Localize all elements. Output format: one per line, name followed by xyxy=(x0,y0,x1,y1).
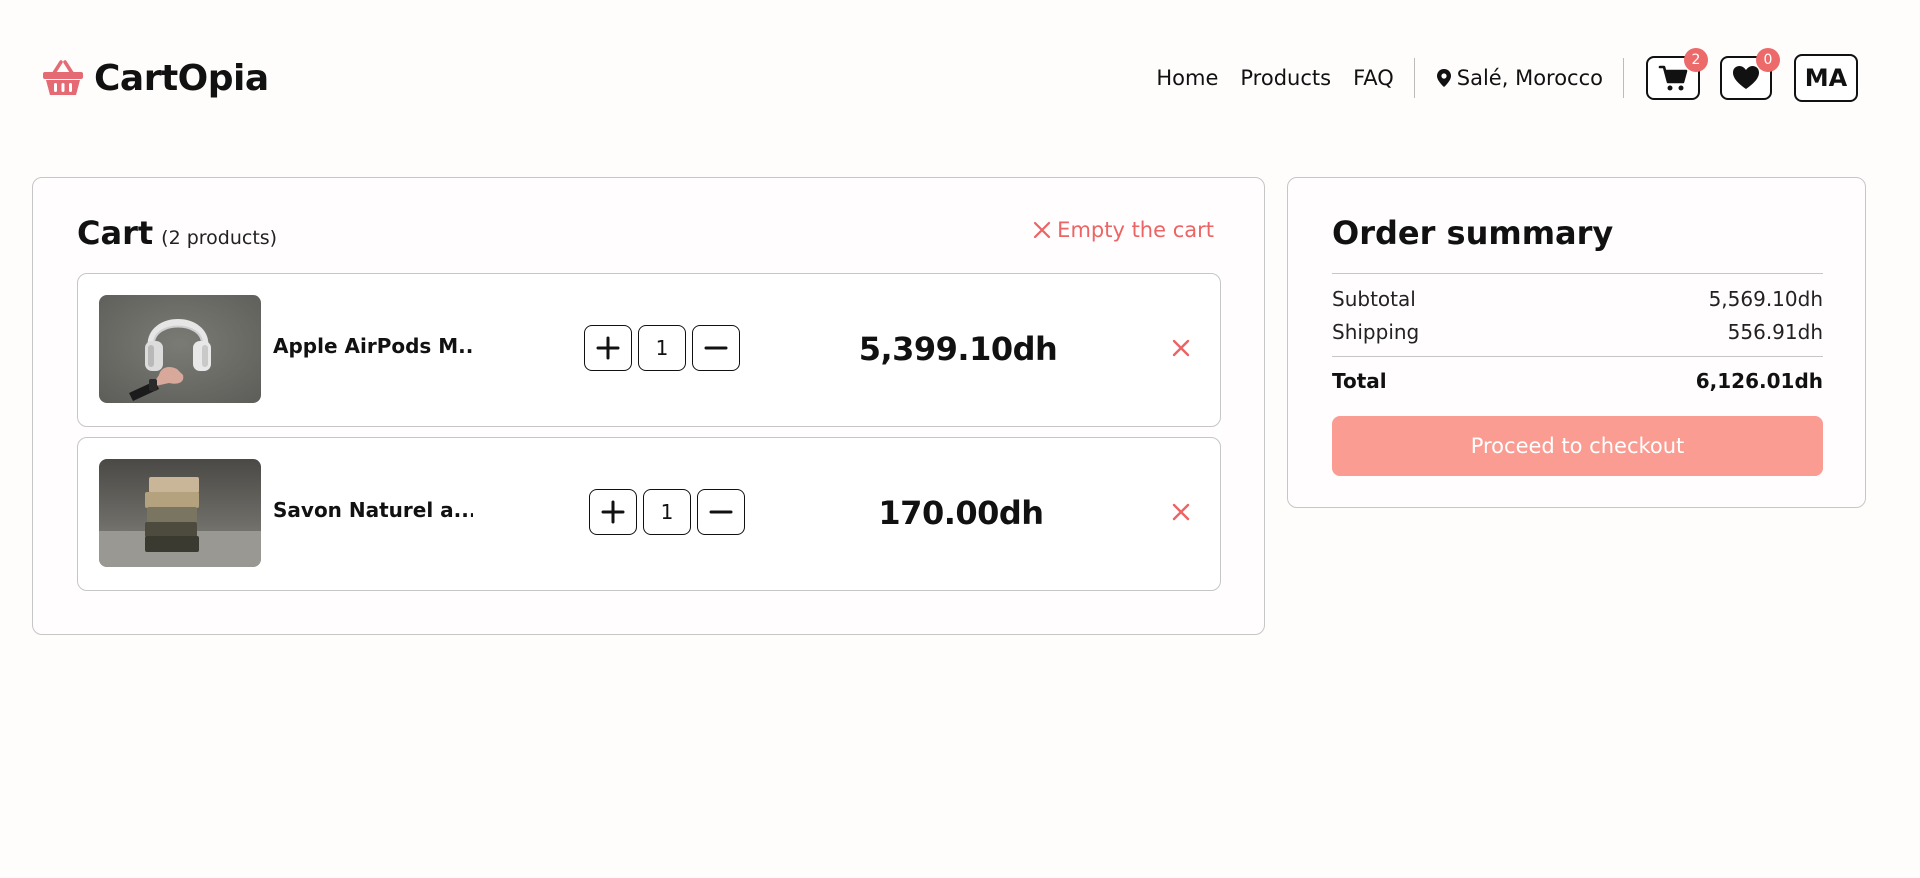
empty-cart-button[interactable]: Empty the cart xyxy=(1033,218,1214,242)
basket-icon xyxy=(43,60,83,95)
main-nav: Home Products FAQ Salé, Morocco 2 0 MA xyxy=(1156,48,1858,102)
shipping-value: 556.91dh xyxy=(1727,320,1823,344)
shipping-row: Shipping 556.91dh xyxy=(1332,320,1823,344)
plus-icon xyxy=(601,500,625,524)
close-icon xyxy=(1172,339,1190,357)
product-image[interactable] xyxy=(99,295,261,403)
shipping-label: Shipping xyxy=(1332,320,1420,344)
quantity-value: 1 xyxy=(643,489,691,535)
product-name[interactable]: Savon Naturel a... xyxy=(273,498,473,522)
nav-faq-link[interactable]: FAQ xyxy=(1353,66,1394,90)
increase-quantity-button[interactable] xyxy=(589,489,637,535)
wishlist-count-badge: 0 xyxy=(1756,48,1780,72)
total-value: 6,126.01dh xyxy=(1695,369,1823,393)
location-label: Salé, Morocco xyxy=(1456,66,1603,90)
nav-divider xyxy=(1623,58,1624,98)
minus-icon xyxy=(709,510,733,514)
subtotal-row: Subtotal 5,569.10dh xyxy=(1332,287,1823,311)
quantity-stepper: 1 xyxy=(584,325,740,371)
nav-products-link[interactable]: Products xyxy=(1240,66,1331,90)
quantity-stepper: 1 xyxy=(589,489,745,535)
site-header: CartOpia Home Products FAQ Salé, Morocco… xyxy=(0,0,1920,155)
increase-quantity-button[interactable] xyxy=(584,325,632,371)
nav-home-link[interactable]: Home xyxy=(1156,66,1218,90)
item-price: 170.00dh xyxy=(878,494,1044,532)
total-label: Total xyxy=(1332,369,1387,393)
wishlist-button[interactable]: 0 xyxy=(1720,48,1780,100)
cart-item: Apple AirPods M... 1 5,399.10dh xyxy=(77,273,1221,427)
quantity-value: 1 xyxy=(638,325,686,371)
subtotal-label: Subtotal xyxy=(1332,287,1416,311)
cart-title: Cart xyxy=(77,214,154,252)
order-summary-title: Order summary xyxy=(1332,214,1614,252)
cart-button[interactable]: 2 xyxy=(1646,48,1708,100)
divider xyxy=(1332,273,1823,274)
remove-item-button[interactable] xyxy=(1170,337,1192,359)
remove-item-button[interactable] xyxy=(1170,501,1192,523)
cart-count-badge: 2 xyxy=(1684,48,1708,72)
total-row: Total 6,126.01dh xyxy=(1332,369,1823,393)
product-name[interactable]: Apple AirPods M... xyxy=(273,334,473,358)
cart-product-count: (2 products) xyxy=(161,227,278,249)
heart-icon xyxy=(1733,66,1759,89)
map-pin-icon xyxy=(1436,69,1451,87)
plus-icon xyxy=(596,336,620,360)
product-image[interactable] xyxy=(99,459,261,567)
profile-button[interactable]: MA xyxy=(1794,54,1858,102)
close-icon xyxy=(1034,221,1051,239)
location-selector[interactable]: Salé, Morocco xyxy=(1436,66,1603,90)
soap-stack-photo xyxy=(99,459,261,567)
nav-divider xyxy=(1413,58,1415,98)
decrease-quantity-button[interactable] xyxy=(692,325,740,371)
item-price: 5,399.10dh xyxy=(858,330,1058,368)
brand-name: CartOpia xyxy=(94,57,269,99)
minus-icon xyxy=(704,346,728,350)
decrease-quantity-button[interactable] xyxy=(697,489,745,535)
proceed-to-checkout-button[interactable]: Proceed to checkout xyxy=(1332,416,1823,476)
brand-logo[interactable]: CartOpia xyxy=(42,54,269,102)
shopping-cart-icon xyxy=(1658,65,1688,91)
cart-panel: Cart (2 products) Empty the cart Apple A… xyxy=(32,177,1265,635)
divider xyxy=(1332,356,1823,357)
cart-heading: Cart (2 products) xyxy=(77,214,277,252)
headphones-photo xyxy=(99,295,261,403)
empty-cart-label: Empty the cart xyxy=(1057,218,1214,242)
cart-item: Savon Naturel a... 1 170.00dh xyxy=(77,437,1221,591)
order-summary-panel: Order summary Subtotal 5,569.10dh Shippi… xyxy=(1287,177,1866,508)
close-icon xyxy=(1172,503,1190,521)
subtotal-value: 5,569.10dh xyxy=(1708,287,1823,311)
